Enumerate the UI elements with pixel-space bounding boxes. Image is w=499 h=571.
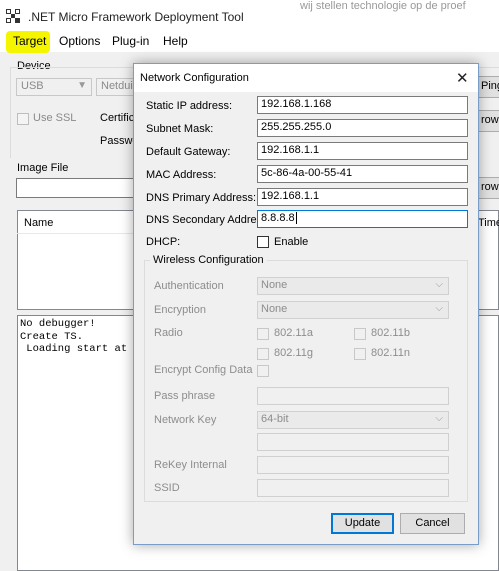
- chevron-down-icon: ⌵: [435, 413, 443, 424]
- menu-target[interactable]: Target: [13, 34, 46, 48]
- network-config-dialog: Network Configuration ✕ Static IP addres…: [133, 63, 479, 545]
- rekey-label: ReKey Internal: [154, 459, 227, 471]
- radio-80211n-label: 802.11n: [371, 347, 410, 359]
- close-icon[interactable]: ✕: [456, 69, 469, 87]
- network-key-input[interactable]: [257, 433, 449, 451]
- update-button[interactable]: Update: [331, 513, 394, 534]
- certificate-browse-button[interactable]: rowse: [476, 110, 499, 132]
- radio-80211a-checkbox[interactable]: [257, 328, 269, 340]
- column-name-header[interactable]: Name: [24, 217, 53, 229]
- dialog-title: Network Configuration: [140, 72, 249, 84]
- radio-label: Radio: [154, 327, 183, 339]
- encryption-select[interactable]: None ⌵: [257, 301, 449, 319]
- app-title: .NET Micro Framework Deployment Tool: [28, 10, 244, 24]
- radio-80211a-label: 802.11a: [274, 327, 313, 339]
- radio-80211b-label: 802.11b: [371, 327, 410, 339]
- default-gateway-input[interactable]: 192.168.1.1: [257, 142, 468, 160]
- radio-80211b-checkbox[interactable]: [354, 328, 366, 340]
- pass-phrase-input[interactable]: [257, 387, 449, 405]
- list-divider: [17, 233, 133, 234]
- image-file-group-label: Image File: [17, 162, 69, 174]
- mac-address-input[interactable]: 5c-86-4a-00-55-41: [257, 165, 468, 183]
- static-ip-input[interactable]: 192.168.1.168: [257, 96, 468, 114]
- rekey-input[interactable]: [257, 456, 449, 474]
- pass-phrase-label: Pass phrase: [154, 390, 216, 402]
- menu-plugin[interactable]: Plug-in: [112, 34, 149, 48]
- dns-primary-label: DNS Primary Address:: [146, 192, 257, 204]
- encrypt-config-checkbox[interactable]: [257, 365, 269, 377]
- chevron-down-icon: ⌵: [435, 279, 443, 290]
- radio-80211n-checkbox[interactable]: [354, 348, 366, 360]
- static-ip-label: Static IP address:: [146, 100, 233, 112]
- image-browse-button[interactable]: rowse: [476, 177, 499, 199]
- default-gateway-label: Default Gateway:: [146, 146, 231, 158]
- dns-primary-input[interactable]: 192.168.1.1: [257, 188, 468, 206]
- ssid-label: SSID: [154, 482, 180, 494]
- network-key-label: Network Key: [154, 414, 217, 426]
- chevron-down-icon: ⌵: [435, 303, 443, 314]
- dns-secondary-label: DNS Secondary Address:: [146, 214, 271, 226]
- cancel-button[interactable]: Cancel: [400, 513, 465, 534]
- wireless-group-label: Wireless Configuration: [150, 254, 267, 266]
- app-logo-icon: [6, 9, 20, 23]
- network-key-select[interactable]: 64-bit ⌵: [257, 411, 449, 429]
- dhcp-enable-checkbox[interactable]: [257, 236, 269, 248]
- menu-options[interactable]: Options: [59, 34, 100, 48]
- subnet-mask-label: Subnet Mask:: [146, 123, 214, 135]
- ping-button[interactable]: Ping: [476, 76, 499, 98]
- background-window-text: wij stellen technologie op de proef: [300, 0, 466, 12]
- encryption-label: Encryption: [154, 304, 206, 316]
- menu-help[interactable]: Help: [163, 34, 188, 48]
- image-file-input[interactable]: [16, 178, 136, 198]
- device-select[interactable]: Netduin: [96, 78, 139, 96]
- dhcp-label: DHCP:: [146, 236, 181, 248]
- use-ssl-checkbox[interactable]: [17, 113, 29, 125]
- dhcp-enable-label: Enable: [274, 236, 309, 248]
- authentication-select[interactable]: None ⌵: [257, 277, 449, 295]
- dns-secondary-input[interactable]: 8.8.8.8: [257, 210, 468, 228]
- authentication-label: Authentication: [154, 280, 224, 292]
- mac-address-label: MAC Address:: [146, 169, 217, 181]
- use-ssl-label: Use SSL: [33, 112, 77, 124]
- encrypt-config-label: Encrypt Config Data: [154, 364, 253, 376]
- radio-80211g-label: 802.11g: [274, 347, 313, 359]
- subnet-mask-input[interactable]: 255.255.255.0: [257, 119, 468, 137]
- ssid-input[interactable]: [257, 479, 449, 497]
- column-time-header[interactable]: Time: [478, 217, 499, 229]
- transport-select[interactable]: USB ▼: [16, 78, 92, 96]
- radio-80211g-checkbox[interactable]: [257, 348, 269, 360]
